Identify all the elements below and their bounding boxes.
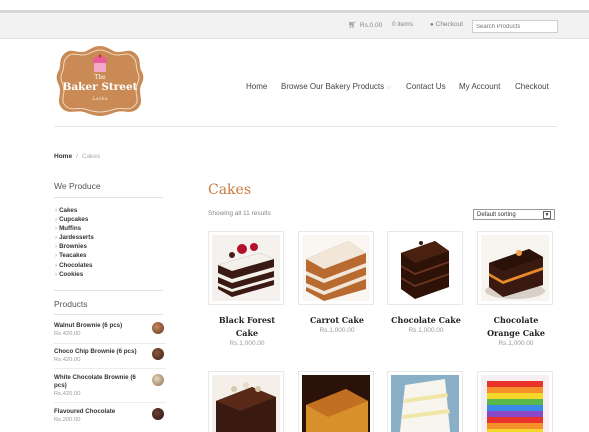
cart-icon: 🛒︎ (348, 22, 357, 29)
we-produce-title: We Produce (54, 181, 101, 191)
sidebar-divider (54, 314, 163, 315)
product-name[interactable]: Black Forest Cake (208, 314, 286, 340)
dropdown-icon: ○ (387, 85, 391, 91)
header-divider (54, 126, 557, 127)
sidebar-product[interactable]: White Chocolate Brownie (6 pcs) Rs.420.0… (54, 374, 166, 397)
product-name[interactable]: Chocolate Orange Cake (477, 314, 555, 340)
cart-summary[interactable]: 🛒︎ Rs.0.00 (348, 21, 383, 30)
product-thumbnail[interactable] (152, 322, 164, 334)
cart-items[interactable]: 0 items (392, 21, 413, 28)
category-list: › Cakes › Cupcakes › Muffins › Jardesserts ›… (55, 206, 94, 279)
chevron-right-icon: › (55, 270, 58, 278)
category-item[interactable]: › Cupcakes (55, 215, 94, 224)
chevron-right-icon: › (55, 225, 58, 233)
nav-checkout[interactable]: Checkout (515, 82, 549, 91)
product-divider (54, 368, 166, 369)
nav-browse-label: Browse Our Bakery Products (281, 82, 385, 91)
sidebar-divider (54, 290, 163, 291)
product-image[interactable] (298, 231, 374, 305)
logo-text-the: The (94, 74, 106, 81)
product-card[interactable]: Chocolate Cake Rs.1,000.00 (387, 231, 465, 334)
product-thumbnail[interactable] (152, 408, 164, 420)
chevron-right-icon: › (55, 207, 58, 214)
product-divider (54, 402, 166, 403)
checkout-icon: ● (430, 21, 434, 28)
product-price: Rs.1,000.00 (498, 340, 534, 347)
product-divider (54, 343, 166, 344)
product-thumbnail[interactable] (152, 348, 164, 360)
product-card[interactable] (208, 371, 286, 432)
page-title: Cakes (208, 182, 252, 198)
sidebar-divider (54, 197, 163, 198)
nav-home[interactable]: Home (246, 82, 267, 91)
product-image[interactable] (477, 371, 553, 432)
product-name[interactable]: Chocolate Cake (387, 314, 465, 327)
product-card[interactable]: Chocolate Orange Cake Rs.1,000.00 (477, 231, 555, 347)
breadcrumb: Home / Cakes (54, 153, 100, 160)
sidebar-product-price: Rs.420.00 (54, 391, 81, 397)
sidebar-product-price: Rs.420.00 (54, 331, 81, 337)
sidebar-product-name[interactable]: Choco Chip Brownie (6 pcs) (54, 348, 142, 356)
product-image[interactable] (298, 371, 374, 432)
product-price: Rs.1,000.00 (229, 340, 265, 347)
sort-select[interactable]: Default sorting ▼ (473, 209, 555, 220)
results-count: Showing all 11 results (208, 210, 271, 217)
nav-contact[interactable]: Contact Us (406, 82, 446, 91)
category-item[interactable]: › Jardesserts (55, 233, 94, 242)
breadcrumb-separator: / (76, 153, 78, 160)
top-checkout-link[interactable]: ● Checkout (430, 21, 463, 28)
logo-text-sub: Lanka (92, 96, 108, 102)
logo[interactable]: The Baker Street Lanka (56, 44, 144, 116)
product-price: Rs.1,000.00 (319, 327, 355, 334)
category-item[interactable]: › Teacakes (55, 251, 94, 260)
sidebar-product-price: Rs.420.00 (54, 357, 81, 363)
top-checkout-label: Checkout (435, 21, 464, 28)
product-card[interactable]: Black Forest Cake Rs.1,000.00 (208, 231, 286, 347)
nav-browse[interactable]: Browse Our Bakery Products ○ (281, 82, 391, 91)
category-item[interactable]: › Cookies (55, 270, 94, 279)
chevron-right-icon: › (55, 216, 58, 224)
product-thumbnail[interactable] (152, 374, 164, 386)
sidebar-product-name[interactable]: Flavoured Chocolate (54, 408, 142, 416)
sidebar-product[interactable]: Flavoured Chocolate Rs.200.00 (54, 408, 166, 423)
sort-selected: Default sorting (477, 211, 516, 218)
products-title: Products (54, 299, 88, 309)
sidebar-product[interactable]: Choco Chip Brownie (6 pcs) Rs.420.00 (54, 348, 166, 363)
product-image[interactable] (208, 371, 284, 432)
breadcrumb-current: Cakes (81, 153, 101, 160)
category-item[interactable]: › Cakes (55, 206, 94, 215)
category-item[interactable]: › Brownies (55, 242, 94, 251)
chevron-down-icon: ▼ (543, 210, 551, 219)
sidebar-product-name[interactable]: Walnut Brownie (6 pcs) (54, 322, 142, 330)
product-name[interactable]: Carrot Cake (298, 314, 376, 327)
sidebar-product-name[interactable]: White Chocolate Brownie (6 pcs) (54, 374, 142, 390)
chevron-right-icon: › (55, 252, 58, 260)
product-card[interactable] (387, 371, 465, 432)
product-card[interactable]: Carrot Cake Rs.1,000.00 (298, 231, 376, 334)
nav-account[interactable]: My Account (459, 82, 500, 91)
chevron-right-icon: › (55, 243, 58, 251)
sidebar-product[interactable]: Walnut Brownie (6 pcs) Rs.420.00 (54, 322, 166, 337)
sidebar-product-price: Rs.200.00 (54, 417, 81, 423)
product-image[interactable] (387, 371, 463, 432)
category-item[interactable]: › Chocolates (55, 261, 94, 270)
breadcrumb-home[interactable]: Home (54, 153, 72, 160)
category-item[interactable]: › Muffins (55, 224, 94, 233)
chevron-right-icon: › (55, 234, 58, 242)
product-card[interactable] (477, 371, 555, 432)
product-image[interactable] (208, 231, 284, 305)
product-card[interactable] (298, 371, 376, 432)
product-image[interactable] (477, 231, 553, 305)
logo-text-main: Baker Street (62, 81, 138, 93)
cart-total: Rs.0.00 (359, 21, 383, 29)
product-image[interactable] (387, 231, 463, 305)
product-price: Rs.1,000.00 (408, 327, 444, 334)
search-input[interactable] (472, 20, 558, 33)
chevron-right-icon: › (55, 261, 58, 269)
